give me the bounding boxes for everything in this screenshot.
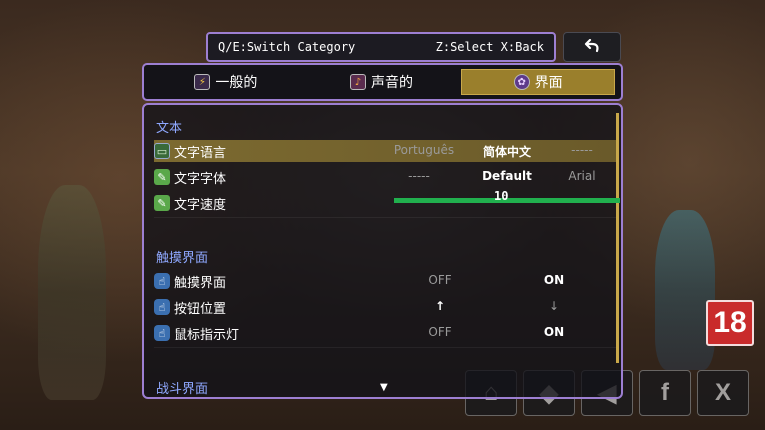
tab-interface-label: 界面	[534, 75, 563, 91]
setting-row-button-position[interactable]: ☝ 按钮位置 ↑ ↓	[154, 296, 616, 318]
setting-row-speed[interactable]: ✎ 文字速度 10	[154, 189, 620, 214]
tab-general[interactable]: ⚡ 一般的	[150, 69, 302, 95]
setting-label-speed: 文字速度	[174, 197, 227, 213]
section-title-battle: 战斗界面	[156, 382, 209, 397]
pencil-icon: ✎	[154, 195, 170, 211]
tab-sound[interactable]: ♪ 声音的	[306, 69, 458, 95]
option-cursor-off[interactable]: OFF	[410, 325, 470, 339]
touch-icon: ☝	[154, 325, 170, 341]
scrollbar[interactable]	[616, 113, 619, 363]
option-cursor-on[interactable]: ON	[524, 325, 584, 339]
setting-label-touch-ui: 触摸界面	[174, 275, 227, 291]
tab-interface[interactable]: ✿ 界面	[461, 69, 616, 95]
option-none[interactable]: -----	[552, 143, 612, 157]
category-tab-bar: ⚡ 一般的 ♪ 声音的 ✿ 界面	[142, 63, 623, 101]
settings-panel: 文本 ▭ 文字语言 Português 简体中文 ----- ✎ 文字字体 --…	[142, 103, 623, 399]
character-right	[655, 210, 715, 370]
text-speed-value: 10	[494, 189, 509, 203]
setting-row-font[interactable]: ✎ 文字字体 ----- Default Arial	[154, 166, 616, 188]
option-position-up[interactable]: ↑	[410, 299, 470, 313]
setting-label-language: 文字语言	[174, 145, 227, 161]
hint-switch-category: Q/E:Switch Category	[218, 40, 356, 54]
back-arrow-icon	[584, 39, 599, 53]
section-title-touch: 触摸界面	[156, 251, 209, 266]
back-button[interactable]	[563, 32, 621, 62]
scroll-down-icon[interactable]: ▼	[380, 382, 388, 393]
touch-icon: ☝	[154, 299, 170, 315]
option-simplified-chinese[interactable]: 简体中文	[464, 143, 550, 160]
tab-sound-label: 声音的	[371, 75, 413, 91]
character-left	[38, 185, 106, 400]
general-icon: ⚡	[194, 74, 211, 90]
divider	[154, 217, 616, 218]
facebook-button[interactable]: f	[639, 370, 691, 416]
setting-label-cursor-indicator: 鼠标指示灯	[174, 327, 240, 343]
setting-row-language[interactable]: ▭ 文字语言 Português 简体中文 -----	[154, 140, 616, 162]
setting-row-touch-ui[interactable]: ☝ 触摸界面 OFF ON	[154, 270, 616, 292]
option-font-arial[interactable]: Arial	[552, 169, 612, 183]
option-position-down[interactable]: ↓	[524, 299, 584, 313]
age-rating-badge: 18	[706, 300, 754, 346]
option-portugues[interactable]: Português	[384, 143, 464, 157]
option-font-default[interactable]: Default	[464, 169, 550, 183]
option-touch-on[interactable]: ON	[524, 273, 584, 287]
interface-icon: ✿	[513, 74, 530, 90]
tab-general-label: 一般的	[215, 75, 258, 91]
x-button[interactable]: X	[697, 370, 749, 416]
option-font-none[interactable]: -----	[384, 169, 454, 183]
control-hint-bar: Q/E:Switch Category Z:Select X:Back	[206, 32, 556, 62]
setting-label-button-position: 按钮位置	[174, 301, 227, 317]
pencil-icon: ✎	[154, 169, 170, 185]
section-title-text: 文本	[156, 121, 183, 136]
option-touch-off[interactable]: OFF	[410, 273, 470, 287]
setting-label-font: 文字字体	[174, 171, 227, 187]
touch-icon: ☝	[154, 273, 170, 289]
divider	[154, 347, 616, 348]
hint-select-back: Z:Select X:Back	[435, 40, 544, 54]
language-icon: ▭	[154, 143, 170, 159]
sound-icon: ♪	[350, 74, 366, 90]
setting-row-cursor-indicator[interactable]: ☝ 鼠标指示灯 OFF ON	[154, 322, 616, 344]
